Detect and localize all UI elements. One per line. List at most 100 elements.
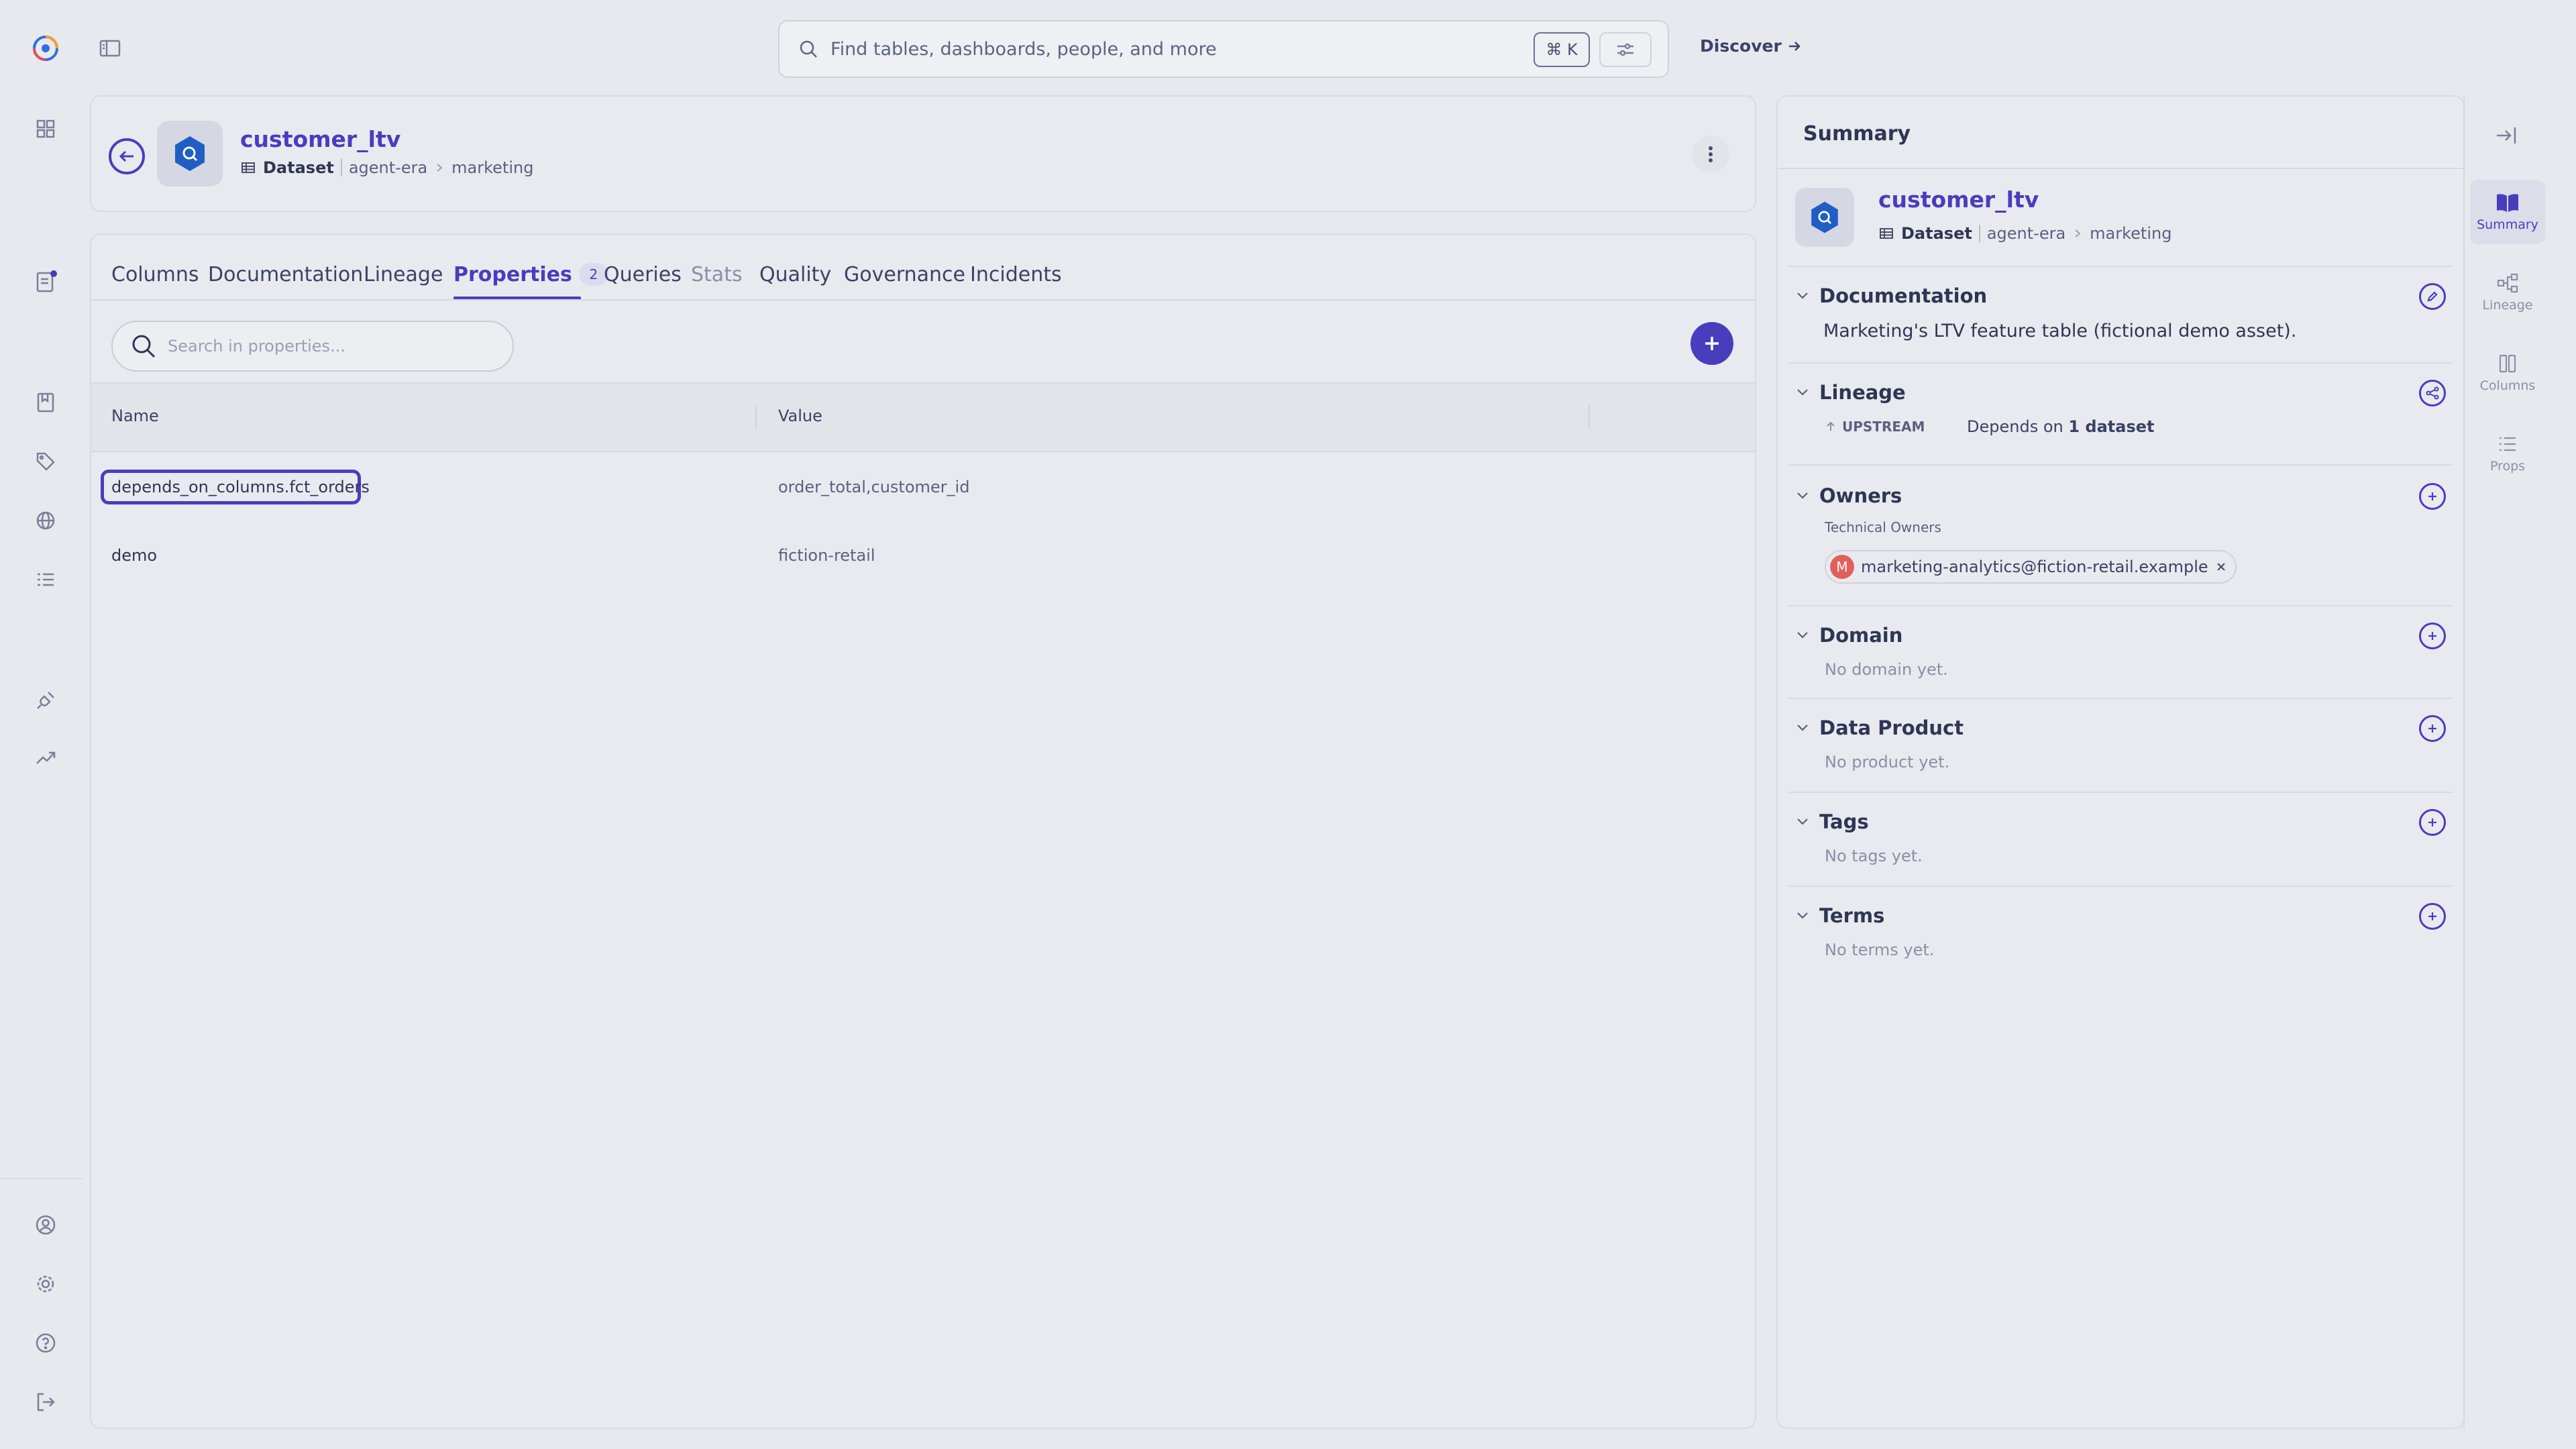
add-tag-button[interactable] <box>2419 809 2446 836</box>
property-name[interactable]: depends_on_columns.fct_orders <box>111 478 370 496</box>
remove-owner-close-icon[interactable] <box>2215 561 2227 573</box>
edit-documentation-button[interactable] <box>2419 283 2446 310</box>
properties-search-input[interactable]: Search in properties... <box>111 321 514 372</box>
chevron-down-icon <box>1797 492 1808 499</box>
tab-incidents[interactable]: Incidents <box>970 263 1062 286</box>
plus-icon <box>2428 818 2436 826</box>
tab-stats: Stats <box>691 263 743 286</box>
lineage-graph-icon <box>2426 386 2439 400</box>
chevron-down-icon <box>1797 389 1808 396</box>
section-owners-header[interactable]: Owners <box>1795 484 1902 507</box>
app-logo-icon[interactable] <box>31 34 60 63</box>
lineage-icon <box>2497 273 2518 293</box>
section-tags-header[interactable]: Tags <box>1795 810 1869 833</box>
owner-email[interactable]: marketing-analytics@fiction-retail.examp… <box>1861 557 2208 576</box>
entity-platform[interactable]: agent-era <box>1987 224 2065 243</box>
section-lineage-title: Lineage <box>1819 381 1906 404</box>
plus-icon <box>2428 724 2436 733</box>
section-divider <box>1788 698 2453 699</box>
owner-chip[interactable]: M marketing-analytics@fiction-retail.exa… <box>1825 550 2237 584</box>
home-grid-icon[interactable] <box>31 114 60 144</box>
column-divider[interactable] <box>755 405 757 429</box>
summary-header-divider <box>1778 168 2463 169</box>
entity-container[interactable]: marketing <box>2090 224 2171 243</box>
add-owner-button[interactable] <box>2419 483 2446 510</box>
globe-icon[interactable] <box>31 506 60 535</box>
ingestion-plug-icon[interactable] <box>31 686 60 715</box>
column-divider[interactable] <box>1589 405 1590 429</box>
tab-documentation[interactable]: Documentation <box>208 263 363 286</box>
tab-columns[interactable]: Columns <box>111 263 199 286</box>
discover-label: Discover <box>1700 36 1782 56</box>
properties-table-header <box>91 382 1755 452</box>
section-terms-title: Terms <box>1819 904 1885 927</box>
section-documentation-header[interactable]: Documentation <box>1795 284 1987 307</box>
entity-title[interactable]: customer_ltv <box>240 126 400 152</box>
side-nav-columns[interactable]: Columns <box>2470 341 2545 405</box>
lineage-direction: UPSTREAM <box>1825 419 1925 435</box>
plus-icon <box>1705 337 1719 350</box>
properties-search-placeholder: Search in properties... <box>168 337 345 356</box>
column-header-value[interactable]: Value <box>778 407 822 425</box>
tag-icon[interactable] <box>31 447 60 476</box>
add-domain-button[interactable] <box>2419 623 2446 649</box>
global-search-input[interactable]: Find tables, dashboards, people, and mor… <box>778 20 1669 78</box>
tab-queries[interactable]: Queries <box>604 263 682 286</box>
section-terms-header[interactable]: Terms <box>1795 904 1884 927</box>
search-icon <box>130 333 157 360</box>
lineage-direction-label: UPSTREAM <box>1842 419 1925 435</box>
column-header-name[interactable]: Name <box>111 407 159 425</box>
chevron-right-icon <box>434 162 445 173</box>
lineage-depends-prefix: Depends on <box>1967 417 2063 436</box>
more-actions-button[interactable] <box>1692 136 1729 173</box>
help-icon[interactable] <box>31 1328 60 1358</box>
structured-list-icon[interactable] <box>31 565 60 594</box>
discover-link[interactable]: Discover <box>1700 36 1802 56</box>
section-domain-header[interactable]: Domain <box>1795 624 1902 647</box>
tab-governance[interactable]: Governance <box>844 263 965 286</box>
section-tags-title: Tags <box>1819 810 1869 833</box>
analytics-trend-icon[interactable] <box>31 743 60 773</box>
owner-avatar: M <box>1830 555 1854 579</box>
search-filters-button[interactable] <box>1599 32 1652 67</box>
summary-entity-name[interactable]: customer_ltv <box>1878 186 2039 213</box>
side-nav-divider <box>2463 95 2465 1429</box>
side-nav-summary-label: Summary <box>2477 217 2538 232</box>
side-nav-lineage[interactable]: Lineage <box>2470 260 2545 325</box>
entity-platform[interactable]: agent-era <box>349 158 427 177</box>
add-data-product-button[interactable] <box>2419 715 2446 742</box>
chevron-down-icon <box>1797 292 1808 299</box>
documentation-text: Marketing's LTV feature table (fictional… <box>1823 321 2297 341</box>
side-nav-props-label: Props <box>2489 459 2526 474</box>
add-property-button[interactable] <box>1690 322 1733 365</box>
section-divider <box>1788 885 2453 887</box>
lineage-dependency-summary[interactable]: Depends on 1 dataset <box>1967 417 2155 436</box>
glossary-icon[interactable] <box>31 388 60 417</box>
back-button[interactable] <box>109 138 145 174</box>
search-icon <box>798 39 818 59</box>
tasks-icon[interactable] <box>31 267 60 297</box>
add-term-button[interactable] <box>2419 903 2446 930</box>
keyboard-shortcut-badge: ⌘ K <box>1534 32 1590 67</box>
side-nav-props[interactable]: Props <box>2470 421 2545 486</box>
profile-icon[interactable] <box>31 1210 60 1240</box>
view-lineage-button[interactable] <box>2419 380 2446 407</box>
lineage-depends-count: 1 dataset <box>2068 417 2155 436</box>
tab-properties-label: Properties <box>453 263 572 286</box>
entity-container[interactable]: marketing <box>451 158 533 177</box>
table-icon <box>1878 225 1894 241</box>
settings-gear-icon[interactable] <box>31 1269 60 1299</box>
tab-quality[interactable]: Quality <box>759 263 831 286</box>
logout-icon[interactable] <box>31 1387 60 1417</box>
side-nav-lineage-label: Lineage <box>2482 298 2533 313</box>
property-name[interactable]: demo <box>111 546 157 565</box>
collapse-panel-icon[interactable] <box>2494 123 2518 148</box>
section-lineage-header[interactable]: Lineage <box>1795 381 1906 404</box>
sidebar-toggle-icon[interactable] <box>98 36 122 60</box>
book-icon <box>2497 194 2518 212</box>
section-data-product-header[interactable]: Data Product <box>1795 716 1964 739</box>
tab-properties[interactable]: Properties 2 <box>453 263 608 286</box>
tab-lineage[interactable]: Lineage <box>364 263 443 286</box>
section-divider <box>1788 362 2453 364</box>
side-nav-summary[interactable]: Summary <box>2470 180 2545 244</box>
